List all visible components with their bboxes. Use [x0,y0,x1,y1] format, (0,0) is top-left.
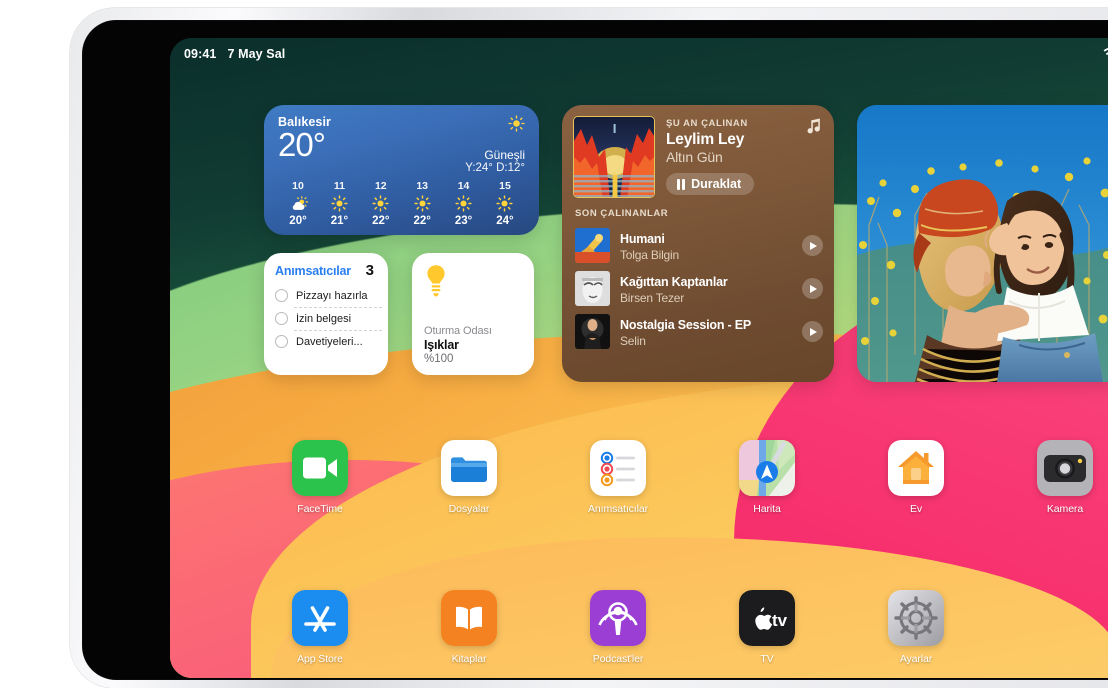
status-time: 09:41 [184,47,217,61]
app-label: Anımsatıcılar [588,503,648,515]
app-grid: FaceTime Dosyalar Anımsatıcılar Harita Ev Kam… [170,38,1108,678]
tv-icon[interactable]: tv [739,590,795,646]
ipad-screen: 09:41 7 May Sal %100 Balıkesir 20° [170,38,1108,678]
app-label: Kitaplar [451,653,487,665]
app-label: TV [760,653,774,665]
app-maps[interactable]: Harita [719,440,815,515]
app-label: App Store [297,653,343,665]
app-label: Dosyalar [448,503,490,515]
app-label: Harita [753,503,781,515]
app-settings[interactable]: Ayarlar [868,590,964,665]
camera-icon[interactable] [1037,440,1093,496]
home-icon[interactable] [888,440,944,496]
app-tv[interactable]: tv TV [719,590,815,665]
app-appstore[interactable]: App Store [272,590,368,665]
appstore-icon[interactable] [292,590,348,646]
app-label: Ev [909,503,923,515]
app-reminders[interactable]: Anımsatıcılar [570,440,666,515]
app-camera[interactable]: Kamera [1017,440,1108,515]
settings-icon[interactable] [888,590,944,646]
app-label: Ayarlar [899,653,933,665]
app-home[interactable]: Ev [868,440,964,515]
wifi-icon [1103,47,1108,60]
svg-text:tv: tv [772,611,788,630]
app-label: Podcast'ler [592,653,644,665]
podcasts-icon[interactable] [590,590,646,646]
status-bar: 09:41 7 May Sal %100 [170,38,1108,70]
files-icon[interactable] [441,440,497,496]
ipad-device: 09:41 7 May Sal %100 Balıkesir 20° [70,8,1108,688]
books-icon[interactable] [441,590,497,646]
app-podcasts[interactable]: Podcast'ler [570,590,666,665]
status-bar-right: %100 [1103,47,1108,61]
app-label: FaceTime [297,503,343,515]
app-books[interactable]: Kitaplar [421,590,517,665]
reminders-icon[interactable] [590,440,646,496]
maps-icon[interactable] [739,440,795,496]
app-label: Kamera [1046,503,1084,515]
app-files[interactable]: Dosyalar [421,440,517,515]
app-facetime[interactable]: FaceTime [272,440,368,515]
status-date: 7 May Sal [227,47,286,61]
facetime-icon[interactable] [292,440,348,496]
status-bar-left: 09:41 7 May Sal [184,47,285,61]
